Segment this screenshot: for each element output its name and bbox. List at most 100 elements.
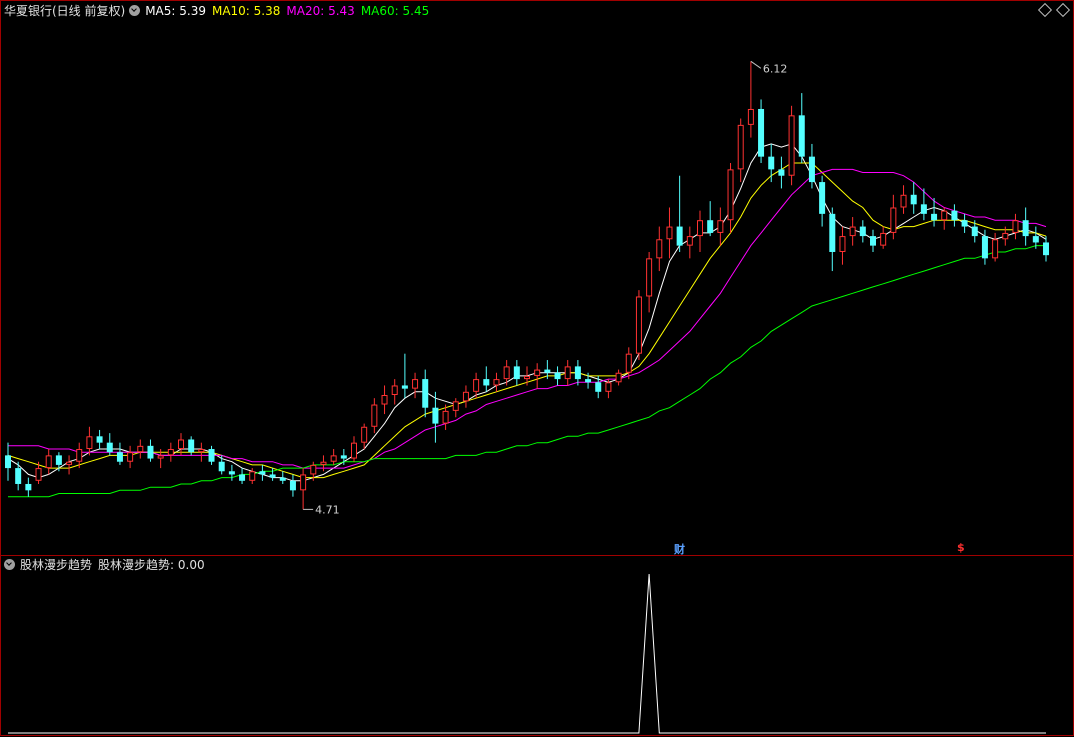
candle-body [167, 449, 174, 456]
candle-body [35, 468, 42, 481]
candle-body [442, 410, 449, 424]
candle-body [900, 194, 907, 208]
candle-body [971, 226, 978, 237]
candle-body [249, 471, 256, 481]
candle-body [880, 232, 887, 246]
candle-body [839, 236, 846, 252]
candle-body [554, 372, 561, 380]
candle-body [106, 442, 113, 453]
candle-body [25, 483, 32, 491]
candle-body [462, 391, 469, 402]
candle-body [544, 369, 551, 373]
candle-body [208, 449, 215, 462]
candle-body [747, 108, 754, 125]
candle-body [961, 220, 968, 227]
ma20-readout: MA20: 5.43 [286, 4, 355, 18]
candle-body [289, 480, 296, 491]
candle-body [717, 220, 724, 233]
candle-body [1043, 242, 1049, 256]
candle-body [76, 449, 83, 462]
dividend-event-marker[interactable]: $ [957, 541, 965, 554]
candle-body [45, 455, 52, 469]
candle-body [605, 382, 612, 392]
candle-body [534, 369, 541, 376]
candle-body [330, 455, 337, 462]
candle-body [656, 239, 663, 259]
ma60-readout: MA60: 5.45 [360, 4, 430, 18]
candle-body [503, 366, 510, 380]
indicator-readout: 股林漫步趋势: 0.00 [98, 558, 205, 572]
candle-body [269, 474, 276, 478]
candle-body [381, 394, 388, 405]
candle-body [697, 220, 703, 237]
candle-body [188, 439, 195, 453]
candle-body [228, 471, 235, 475]
candle-body [259, 471, 266, 475]
candle-body [819, 182, 826, 214]
candle-body [737, 124, 744, 170]
candle-body [493, 379, 500, 386]
low-price-label: 4.71 [315, 503, 340, 516]
candle-body [218, 461, 225, 472]
candle-body [391, 385, 398, 395]
chevron-down-icon[interactable] [4, 559, 15, 570]
candle-body [198, 449, 205, 453]
candle-body [870, 236, 876, 246]
candle-body [981, 236, 988, 259]
candle-body [564, 366, 571, 380]
indicator-header: 股林漫步趋势 股林漫步趋势: 0.00 [4, 556, 211, 574]
price-annotations: 6.12 4.71 [303, 60, 788, 516]
candle-body [55, 455, 62, 465]
candle-body [768, 156, 775, 170]
candle-body [1022, 220, 1029, 237]
kline-chart[interactable]: 6.12 4.71 [0, 0, 1074, 737]
candle-body [615, 372, 622, 383]
chevron-down-icon[interactable] [129, 5, 141, 16]
candle-body [157, 455, 164, 459]
candle-body [951, 210, 958, 221]
ma10-line [7, 162, 1047, 479]
candle-body [483, 379, 490, 386]
candle-body [635, 296, 642, 354]
stock-title: 华夏银行(日线 前复权) [4, 4, 126, 18]
candle-body [1012, 220, 1019, 233]
candle-body [422, 379, 429, 408]
high-price-label: 6.12 [763, 62, 788, 75]
candle-body [96, 436, 103, 443]
candle-body [320, 461, 327, 465]
candle-body [829, 213, 836, 252]
candle-body [574, 366, 581, 380]
candle-body [727, 169, 734, 221]
candle-body [808, 156, 815, 183]
candle-body [686, 236, 693, 246]
indicator-line [8, 573, 1046, 734]
candle-body [239, 474, 246, 481]
candle-body [15, 468, 22, 484]
candle-body [676, 226, 683, 246]
candle-body [910, 194, 917, 205]
candle-body [401, 385, 408, 389]
candle-body [758, 108, 765, 157]
candle-body [798, 115, 805, 157]
candle-body [86, 436, 93, 450]
candle-body [178, 439, 184, 450]
ma5-line [7, 143, 1047, 482]
candle-body [992, 239, 999, 259]
candle-body [127, 452, 134, 462]
candle-body [351, 442, 357, 459]
candle-body [707, 220, 714, 233]
candle-body [147, 445, 154, 459]
candle-body [116, 452, 123, 462]
candle-body [473, 379, 480, 392]
ma5-readout: MA5: 5.39 [145, 4, 206, 18]
candle-body [920, 204, 927, 214]
indicator-series [8, 573, 1046, 734]
finance-event-marker[interactable]: 财 [674, 541, 685, 557]
candle-body [279, 477, 286, 481]
candle-body [137, 445, 144, 453]
candle-body [646, 258, 653, 297]
annotation-leader [750, 60, 762, 69]
candle-body [595, 382, 602, 392]
candle-body [931, 213, 938, 221]
candle-body [412, 379, 419, 389]
